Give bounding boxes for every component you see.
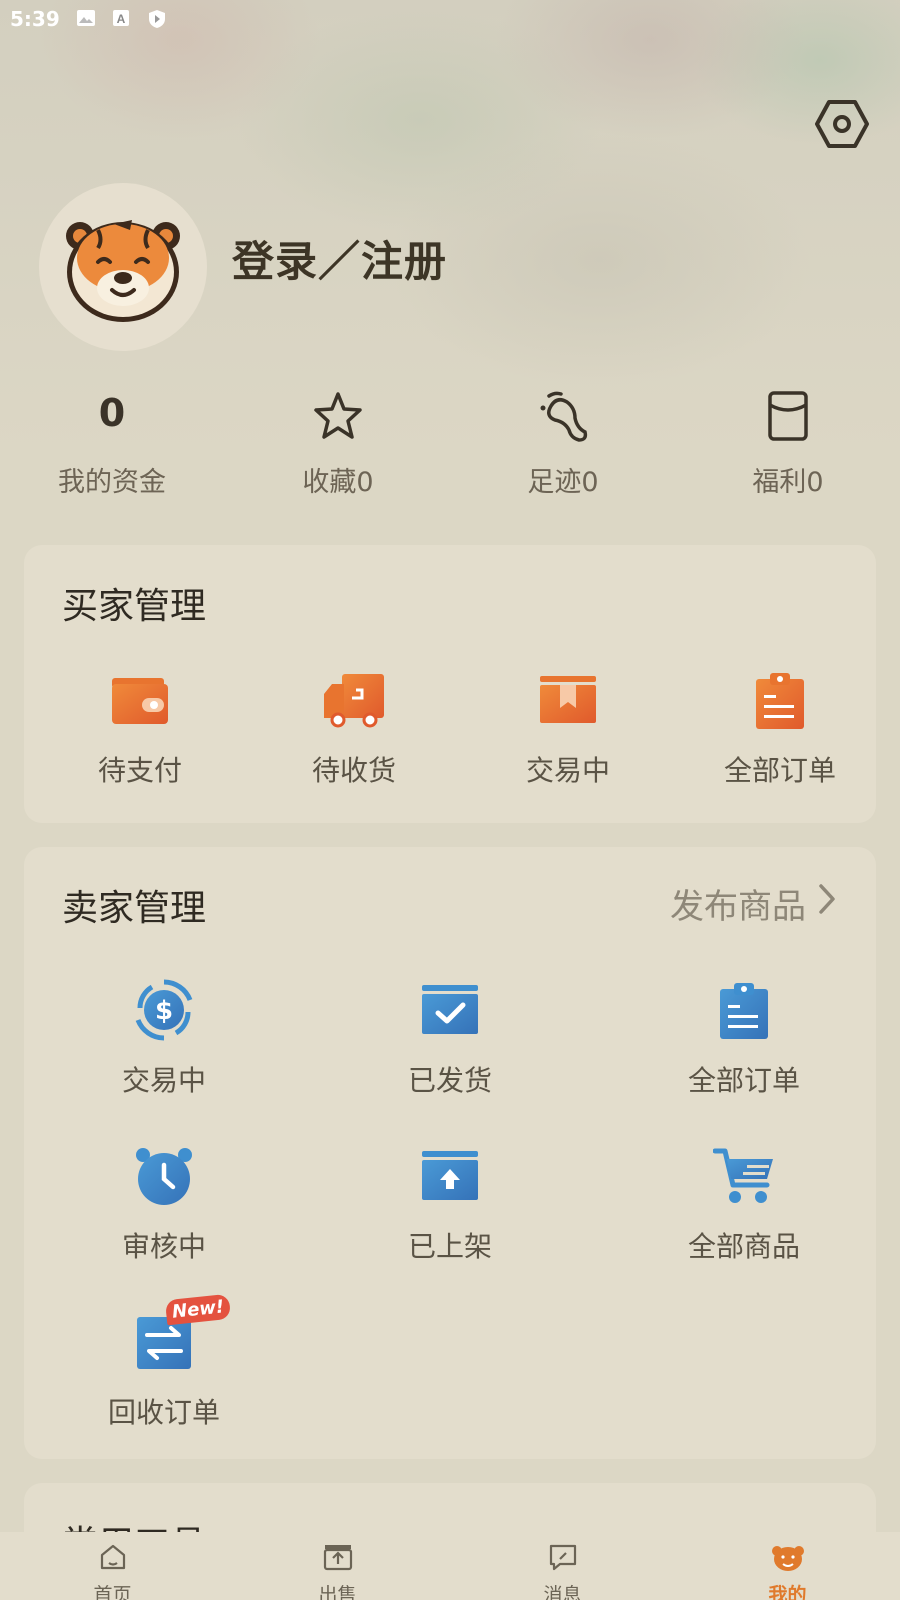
buyer-management-card: 买家管理 待支付 待收货 交易中 全部订单 bbox=[24, 545, 876, 823]
dollar-refresh-icon: $ bbox=[84, 975, 244, 1045]
in-trade-label: 交易中 bbox=[525, 754, 610, 787]
tiger-icon bbox=[771, 1542, 805, 1576]
stat-footprints[interactable]: 足迹0 bbox=[473, 388, 653, 499]
seller-title: 卖家管理 bbox=[62, 888, 207, 929]
cart-icon bbox=[654, 1141, 834, 1211]
tab-mine[interactable]: 我的 bbox=[675, 1532, 900, 1600]
image-icon bbox=[76, 9, 96, 29]
seller-management-card: 卖家管理 发布商品 $ 交易中 已发货 全部订单 审核中 已上架 全部商品 Ne… bbox=[24, 847, 876, 1459]
buyer-item-in-trade[interactable]: 交易中 bbox=[488, 665, 648, 789]
listed-label: 已上架 bbox=[407, 1230, 492, 1263]
recycle-orders-label: 回收订单 bbox=[107, 1396, 220, 1429]
svg-text:$: $ bbox=[155, 996, 173, 1026]
seller-item-in-trade[interactable]: $ 交易中 bbox=[84, 975, 244, 1099]
buyer-item-all-orders[interactable]: 全部订单 bbox=[690, 665, 870, 789]
shipped-label: 已发货 bbox=[407, 1064, 492, 1097]
tab-sell[interactable]: 出售 bbox=[225, 1532, 450, 1600]
clipboard-icon bbox=[690, 665, 870, 735]
coupon-icon bbox=[698, 388, 878, 444]
message-icon bbox=[548, 1542, 578, 1576]
tiger-avatar-icon bbox=[58, 200, 188, 334]
stat-favorites[interactable]: 收藏0 bbox=[248, 388, 428, 499]
exchange-icon: New! bbox=[84, 1293, 244, 1377]
pending-receipt-label: 待收货 bbox=[311, 754, 396, 787]
check-box-icon bbox=[370, 975, 530, 1045]
buyer-title: 买家管理 bbox=[62, 586, 207, 627]
footprints-label: 足迹0 bbox=[527, 467, 599, 498]
upload-box-icon bbox=[370, 1141, 530, 1211]
alarm-clock-icon bbox=[84, 1141, 244, 1211]
buyer-item-pending-receipt[interactable]: 待收货 bbox=[274, 665, 434, 789]
wallet-icon bbox=[60, 665, 220, 735]
seller-item-recycle-orders[interactable]: New! 回收订单 bbox=[84, 1293, 244, 1431]
tab-mine-label: 我的 bbox=[768, 1584, 807, 1600]
tab-home[interactable]: 首页 bbox=[0, 1532, 225, 1600]
publish-product-label: 发布商品 bbox=[670, 887, 806, 927]
truck-icon bbox=[274, 665, 434, 735]
tab-home-label: 首页 bbox=[93, 1584, 132, 1600]
tab-messages[interactable]: 消息 bbox=[450, 1532, 675, 1600]
favorites-label: 收藏0 bbox=[302, 467, 374, 498]
bottom-tab-bar: 首页 出售 消息 我的 bbox=[0, 1532, 900, 1600]
settings-button[interactable] bbox=[814, 98, 870, 150]
tab-messages-label: 消息 bbox=[543, 1584, 582, 1600]
gear-hexagon-icon bbox=[814, 100, 870, 154]
seller-item-shipped[interactable]: 已发货 bbox=[370, 975, 530, 1099]
seller-item-all-orders[interactable]: 全部订单 bbox=[654, 975, 834, 1099]
under-review-label: 审核中 bbox=[121, 1230, 206, 1263]
status-bar: 5:39 A bbox=[0, 0, 900, 38]
stat-welfare[interactable]: 福利0 bbox=[698, 388, 878, 499]
stats-row: 0 我的资金 收藏0 足迹0 福利0 bbox=[0, 388, 900, 508]
seller-in-trade-label: 交易中 bbox=[121, 1064, 206, 1097]
seller-item-all-products[interactable]: 全部商品 bbox=[654, 1141, 834, 1265]
new-badge: New! bbox=[164, 1293, 232, 1326]
funds-label: 我的资金 bbox=[58, 467, 166, 498]
font-a-icon: A bbox=[112, 9, 132, 29]
seller-all-orders-label: 全部订单 bbox=[687, 1064, 800, 1097]
funds-value: 0 bbox=[98, 391, 126, 435]
sell-icon bbox=[323, 1542, 353, 1576]
avatar[interactable] bbox=[39, 183, 207, 351]
home-icon bbox=[98, 1542, 128, 1576]
footprint-icon bbox=[473, 388, 653, 444]
stat-funds[interactable]: 0 我的资金 bbox=[22, 388, 202, 499]
box-icon bbox=[488, 665, 648, 735]
tab-sell-label: 出售 bbox=[318, 1584, 357, 1600]
login-register-link[interactable]: 登录／注册 bbox=[232, 228, 447, 289]
shield-play-icon bbox=[148, 9, 168, 29]
chevron-right-icon bbox=[818, 883, 836, 924]
welfare-label: 福利0 bbox=[752, 467, 824, 498]
clipboard-blue-icon bbox=[654, 975, 834, 1045]
buyer-item-pending-payment[interactable]: 待支付 bbox=[60, 665, 220, 789]
seller-item-listed[interactable]: 已上架 bbox=[370, 1141, 530, 1265]
seller-item-under-review[interactable]: 审核中 bbox=[84, 1141, 244, 1265]
svg-text:A: A bbox=[116, 12, 125, 26]
status-time: 5:39 bbox=[10, 7, 60, 31]
publish-product-link[interactable]: 发布商品 bbox=[670, 879, 836, 928]
star-icon bbox=[248, 388, 428, 444]
all-orders-label: 全部订单 bbox=[723, 754, 836, 787]
pending-payment-label: 待支付 bbox=[97, 754, 182, 787]
all-products-label: 全部商品 bbox=[687, 1230, 800, 1263]
